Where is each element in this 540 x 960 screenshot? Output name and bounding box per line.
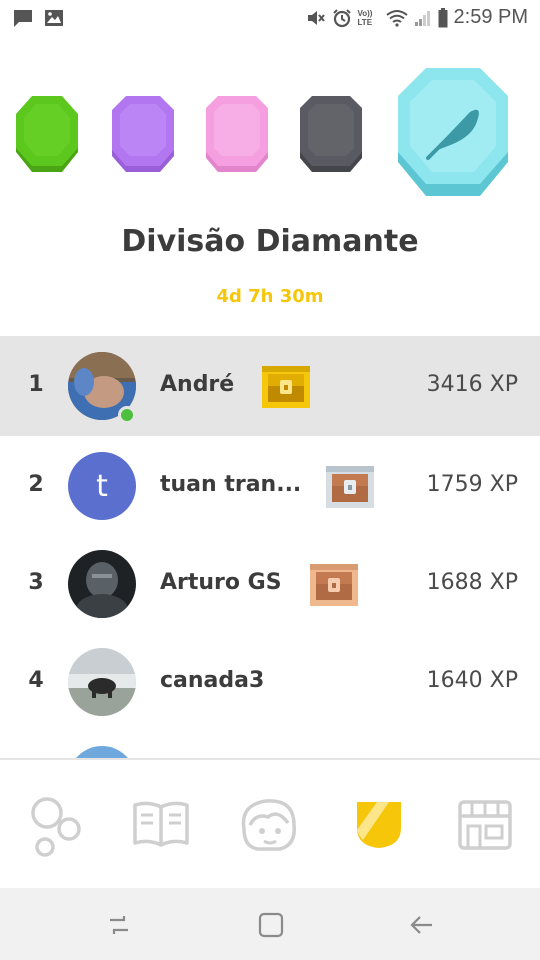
mute-icon [307, 10, 325, 25]
avatar[interactable] [68, 746, 136, 758]
bronze-chest-icon [310, 564, 358, 606]
status-bar: Vo)) LTE 2:59 PM [0, 0, 540, 38]
tab-stories[interactable] [126, 790, 196, 860]
badge-purple-league[interactable] [108, 94, 178, 176]
username: Arturo GS [160, 570, 282, 595]
face-icon [241, 799, 296, 851]
shop-icon [458, 800, 512, 850]
xp-value: 3416 XP [426, 372, 518, 397]
badge-pink-league[interactable] [202, 94, 272, 176]
gold-chest-icon [262, 366, 310, 408]
xp-value: 1759 XP [426, 472, 518, 497]
xp-value: 1688 XP [426, 570, 518, 595]
username: canada3 [160, 668, 265, 693]
leaderboard-row[interactable] [0, 730, 540, 758]
badge-diamond-league-current[interactable] [392, 66, 514, 202]
clock: 2:59 PM [453, 6, 528, 28]
rank-number: 3 [28, 570, 44, 595]
leaderboard-row[interactable]: 2 t tuan tran... 1759 XP [0, 436, 540, 536]
shield-icon [357, 802, 401, 848]
tab-profile[interactable] [234, 790, 304, 860]
system-status: Vo)) LTE 2:59 PM [306, 6, 528, 29]
tab-learn[interactable] [20, 790, 90, 860]
notification-icons [12, 8, 64, 28]
silver-chest-icon [326, 466, 374, 508]
leaderboard-row[interactable]: 4 canada3 1640 XP [0, 632, 540, 732]
username: André [160, 372, 235, 397]
home-icon[interactable] [256, 910, 286, 940]
avatar[interactable] [68, 550, 136, 618]
system-navigation-bar [0, 888, 540, 960]
online-indicator [118, 406, 136, 424]
volte-label: Vo)) LTE [357, 8, 373, 27]
recent-apps-icon[interactable] [104, 910, 134, 940]
bubbles-icon [31, 797, 81, 857]
rank-number: 1 [28, 372, 44, 397]
rank-number: 2 [28, 472, 44, 497]
book-icon [133, 801, 189, 847]
battery-icon [438, 7, 448, 27]
league-title: Divisão Diamante [121, 224, 419, 259]
message-icon [14, 10, 32, 27]
image-icon [45, 10, 63, 26]
tab-shop[interactable] [450, 790, 520, 860]
badge-green-league[interactable] [12, 94, 82, 176]
badge-dark-league[interactable] [296, 94, 366, 176]
league-countdown: 4d 7h 30m [216, 286, 324, 307]
bottom-tab-bar [0, 758, 540, 888]
avatar[interactable]: t [68, 452, 136, 520]
wifi-icon [385, 9, 408, 27]
league-badges [0, 60, 540, 210]
tab-leagues[interactable] [344, 790, 414, 860]
back-icon[interactable] [406, 910, 436, 940]
username: tuan tran... [160, 472, 302, 497]
leaderboard-row[interactable]: 1 André 3416 XP [0, 336, 540, 436]
rank-number: 4 [28, 668, 44, 693]
alarm-icon [332, 8, 351, 27]
signal-icon [414, 10, 430, 26]
xp-value: 1640 XP [426, 668, 518, 693]
leaderboard: 1 André 3416 XP 2 t tuan tran... 1759 XP… [0, 336, 540, 758]
avatar[interactable] [68, 648, 136, 716]
leaderboard-row[interactable]: 3 Arturo GS 1688 XP [0, 534, 540, 634]
